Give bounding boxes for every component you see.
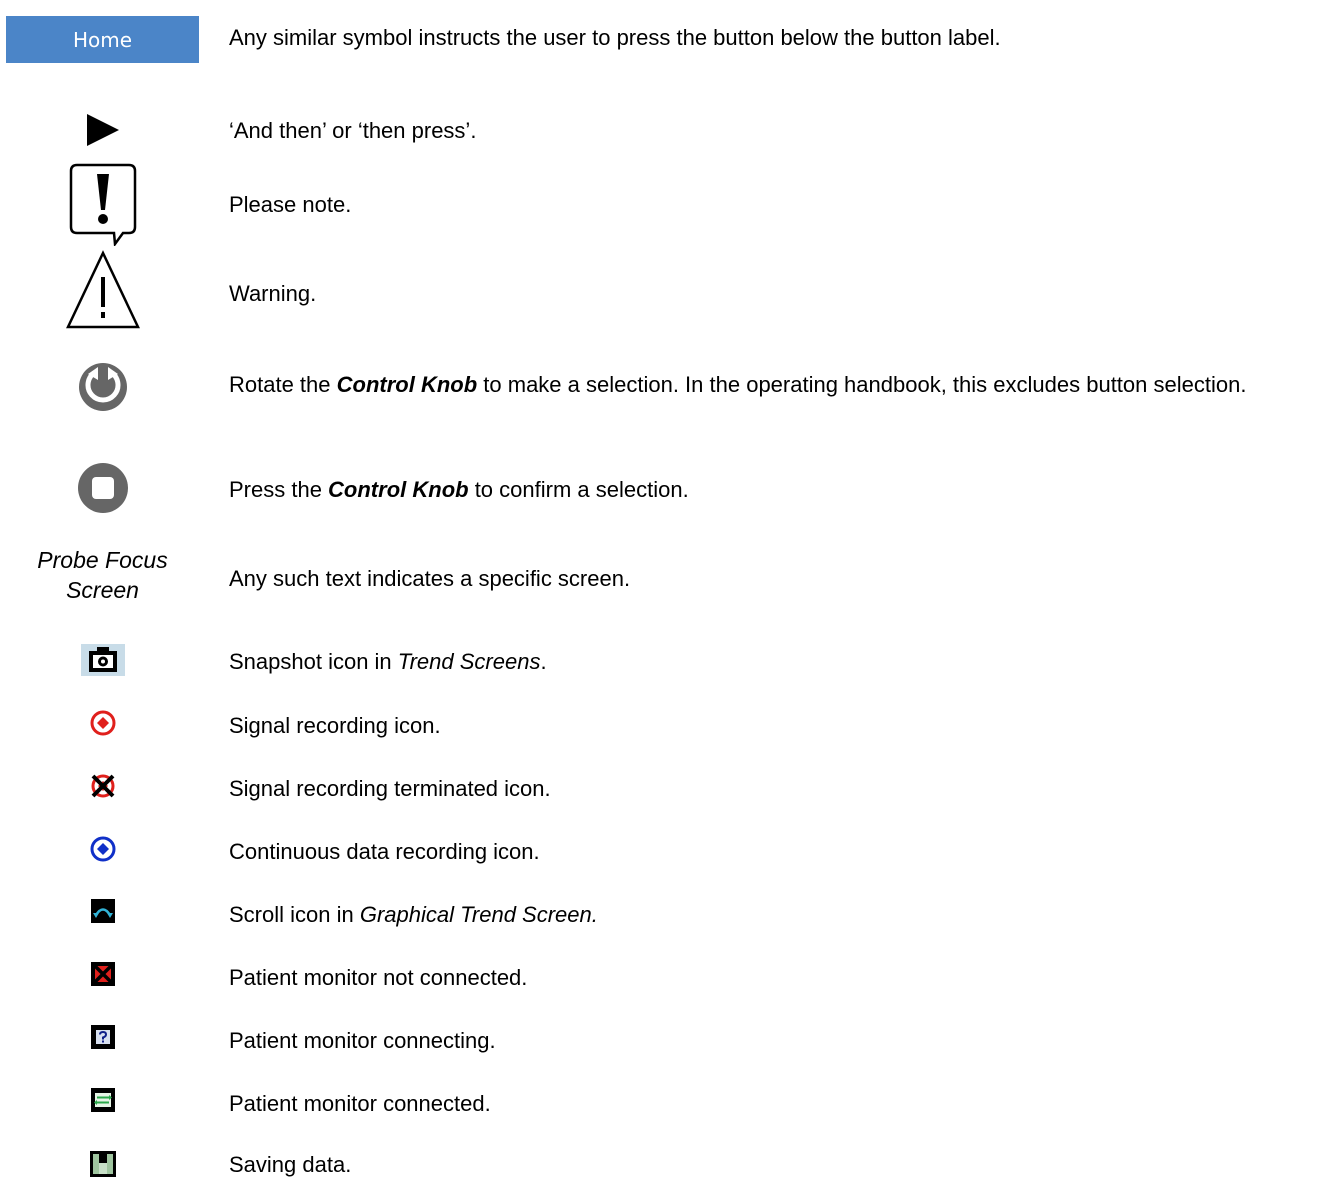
row-desc-7: Snapshot icon in Trend Screens. [229,649,547,674]
save-disk-icon [0,1151,205,1177]
note-speech-bubble-icon [0,162,205,246]
row-desc-8: Signal recording icon. [229,713,441,738]
home-button-label: Home [72,27,133,52]
scroll-icon [0,899,205,923]
warning-triangle-icon [0,250,205,330]
row-desc-11: Scroll icon in Graphical Trend Screen. [229,902,598,927]
row-desc-15: Saving data. [229,1152,352,1177]
home-button[interactable]: Home [6,16,199,63]
row-desc-6: Any such text indicates a specific scree… [229,566,631,591]
control-knob-term: Control Knob [328,477,469,502]
control-knob-term: Control Knob [336,372,478,397]
signal-recording-terminated-icon [0,773,205,799]
row-desc-13: Patient monitor connecting. [229,1028,496,1053]
rotate-knob-icon [0,362,205,412]
row-desc-4: Rotate the Control Knob to make a select… [229,372,1247,397]
signal-recording-icon [0,710,205,736]
row-desc-10: Continuous data recording icon. [229,839,540,864]
row-desc-14: Patient monitor connected. [229,1091,491,1116]
probe-focus-screen-text: Probe Focus Screen [37,547,168,603]
play-arrow-icon [0,113,205,147]
camera-snapshot-icon [0,644,205,676]
row-desc-3: Warning. [229,281,317,306]
press-knob-icon [0,462,205,514]
row-desc-9: Signal recording terminated icon. [229,776,551,801]
monitor-connected-icon [0,1088,205,1112]
row-desc-5: Press the Control Knob to confirm a sele… [229,477,689,502]
row-desc-12: Patient monitor not connected. [229,965,528,990]
row-desc-2: Please note. [229,192,352,217]
row-desc-0: Any similar symbol instructs the user to… [229,25,1001,50]
monitor-not-connected-icon [0,962,205,986]
monitor-connecting-icon [0,1025,205,1049]
row-desc-1: ‘And then’ or ‘then press’. [229,118,477,143]
continuous-recording-icon [0,836,205,862]
